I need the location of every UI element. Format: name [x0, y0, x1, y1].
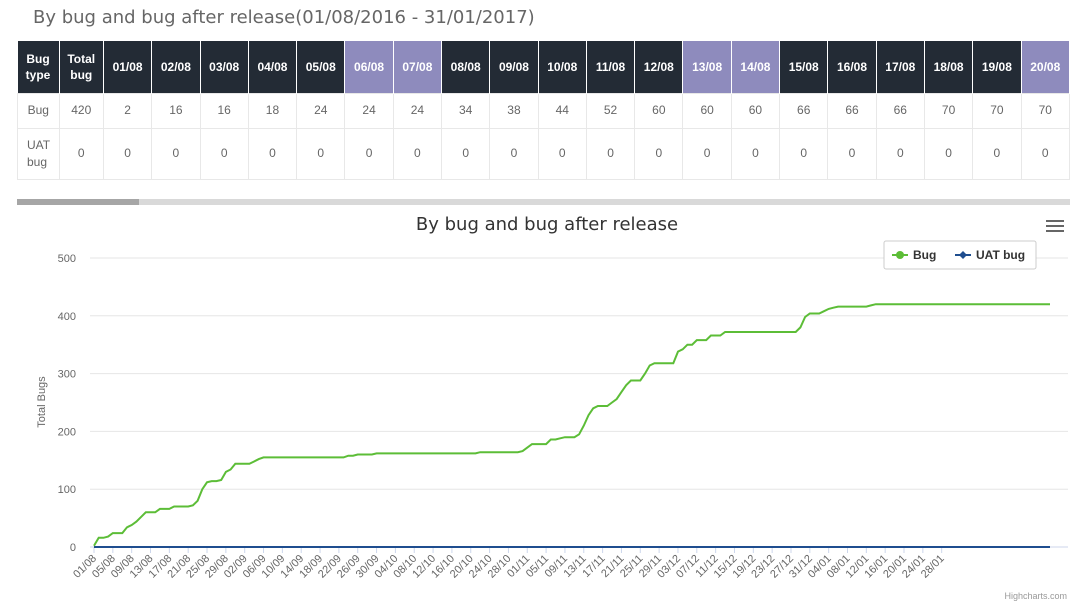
table-cell: 0 [151, 127, 201, 180]
chart-title: By bug and bug after release [416, 214, 678, 235]
y-tick-label: 400 [58, 311, 76, 323]
y-axis-label: Total Bugs [36, 376, 48, 428]
table-cell: 0 [682, 127, 732, 180]
table-cell: 0 [730, 127, 781, 180]
table-cell: 38 [489, 92, 539, 129]
column-header-date: 04/08 [248, 41, 298, 93]
table-cell: 66 [875, 92, 925, 129]
y-tick-label: 500 [58, 253, 76, 265]
table-header-row: Bug type Total bug 01/08 02/08 03/08 04/08 05/… [17, 41, 1070, 93]
table-cell: 0 [344, 127, 394, 180]
table-cell: 0 [392, 127, 443, 180]
table-cell: 66 [779, 92, 829, 129]
column-header-bug-type: Bug type [17, 41, 60, 93]
column-header-date: 20/08 [1021, 41, 1070, 93]
table-cell: 70 [923, 92, 974, 129]
legend-item-uat-bug[interactable]: UAT bug [976, 248, 1025, 262]
table-cell: 70 [972, 92, 1022, 129]
table-cell: 52 [585, 92, 636, 129]
table-cell: 0 [489, 127, 539, 180]
column-header-date: 10/08 [538, 41, 587, 93]
table-row: UAT bug 0 0 0 0 0 0 0 0 0 0 0 0 0 0 0 0 0 0 0 0 0 [17, 127, 1070, 180]
table-cell: 24 [296, 92, 346, 129]
column-header-date: 05/08 [296, 41, 346, 93]
table-cell: 0 [296, 127, 346, 180]
table-cell: 0 [585, 127, 636, 180]
table-cell: 16 [151, 92, 201, 129]
table-cell: 0 [923, 127, 974, 180]
column-header-date: 15/08 [779, 41, 829, 93]
table-cell: 66 [827, 92, 877, 129]
table-cell: 60 [682, 92, 732, 129]
y-tick-label: 0 [70, 542, 76, 554]
table-cell: 60 [634, 92, 684, 129]
table-horizontal-scrollbar[interactable] [17, 199, 1070, 205]
table-cell: 24 [344, 92, 394, 129]
column-header-date: 17/08 [876, 41, 925, 93]
table-cell: 420 [58, 92, 104, 129]
column-header-date: 19/08 [972, 41, 1022, 93]
row-label: UAT bug [17, 127, 60, 180]
table-cell: 18 [247, 92, 298, 129]
table-cell: 0 [441, 127, 491, 180]
table-cell: 44 [537, 92, 587, 129]
page-title: By bug and bug after release(01/08/2016 … [33, 7, 535, 28]
table-cell: 0 [537, 127, 587, 180]
bug-table-grid: Bug type Total bug 01/08 02/08 03/08 04/08 05/… [17, 41, 1070, 180]
table-cell: 0 [199, 127, 249, 180]
y-tick-label: 100 [58, 484, 76, 496]
column-header-date: 13/08 [682, 41, 732, 93]
table-cell: 0 [634, 127, 684, 180]
table-cell: 70 [1020, 92, 1070, 129]
table-cell: 0 [1020, 127, 1070, 180]
column-header-date: 06/08 [344, 41, 394, 93]
y-tick-label: 200 [58, 426, 76, 438]
y-tick-label: 300 [58, 369, 76, 381]
column-header-date: 09/08 [489, 41, 539, 93]
table-cell: 0 [972, 127, 1022, 180]
table-cell: 2 [102, 92, 153, 129]
table-cell: 0 [875, 127, 925, 180]
column-header-date: 08/08 [441, 41, 491, 93]
column-header-date: 02/08 [151, 41, 201, 93]
column-header-total-bug: Total bug [59, 41, 104, 93]
table-cell: 16 [199, 92, 249, 129]
table-row: Bug 420 2 16 16 18 24 24 24 34 38 44 52 60 60 60 66 66 66 7… [17, 92, 1070, 129]
series-line-bug [93, 303, 1050, 547]
scrollbar-thumb[interactable] [17, 199, 139, 205]
chart-context-menu-icon[interactable] [1046, 220, 1064, 236]
column-header-date: 16/08 [827, 41, 877, 93]
table-cell: 24 [392, 92, 443, 129]
column-header-date: 01/08 [103, 41, 153, 93]
table-cell: 0 [827, 127, 877, 180]
table-cell: 0 [247, 127, 298, 180]
bug-table: Bug type Total bug 01/08 02/08 03/08 04/08 05/… [17, 41, 1070, 180]
column-header-date: 18/08 [924, 41, 974, 93]
column-header-date: 12/08 [634, 41, 684, 93]
legend-bug-marker [896, 251, 904, 259]
legend-item-bug[interactable]: Bug [913, 248, 936, 262]
table-cell: 34 [441, 92, 491, 129]
highcharts-credits[interactable]: Highcharts.com [1004, 591, 1067, 601]
column-header-date: 11/08 [586, 41, 636, 93]
table-cell: 60 [730, 92, 781, 129]
bug-line-chart: By bug and bug after release 0 100 200 300 40… [36, 214, 1068, 581]
table-cell: 0 [779, 127, 829, 180]
column-header-date: 03/08 [200, 41, 249, 93]
table-cell: 0 [58, 127, 104, 180]
row-label: Bug [17, 92, 60, 129]
column-header-date: 14/08 [731, 41, 781, 93]
table-cell: 0 [102, 127, 153, 180]
column-header-date: 07/08 [393, 41, 443, 93]
